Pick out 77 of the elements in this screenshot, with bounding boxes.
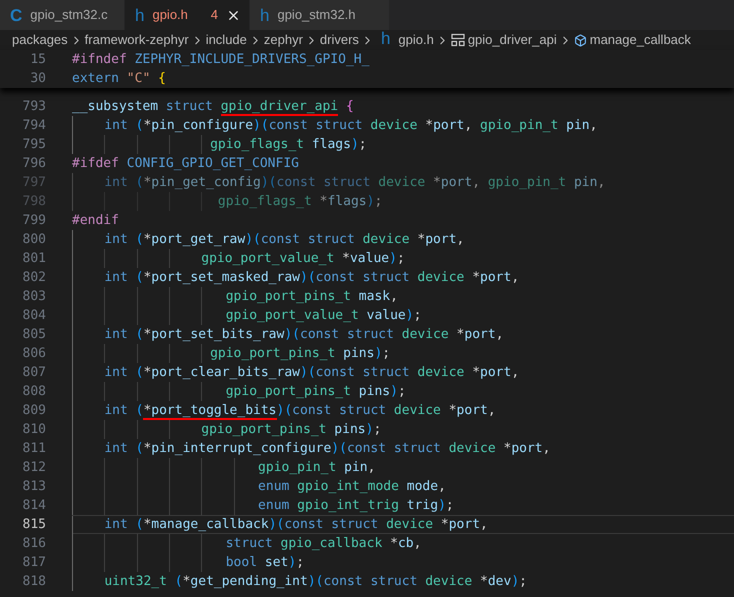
line-number: 794 <box>22 117 46 135</box>
line-number: 814 <box>22 497 46 515</box>
tab-label: gpio_stm32.h <box>277 6 356 24</box>
line-number: 806 <box>22 345 46 363</box>
breadcrumb-item[interactable]: drivers <box>320 30 359 50</box>
line-number: 812 <box>22 459 46 477</box>
file-type-icon: h <box>260 6 270 24</box>
code-line: extern "C" { <box>71 70 166 88</box>
code-line: int (*port_toggle_bits)(const struct device *port, <box>72 401 734 420</box>
code-line: gpio_port_pins_t pins); <box>72 344 734 363</box>
code-line: gpio_port_pins_t pins); <box>72 382 734 401</box>
code-line: int (*pin_interrupt_configure)(const struct device *port, <box>72 439 734 458</box>
code-line: int (*port_set_bits_raw)(const struct device *port, <box>72 325 734 344</box>
code-line: int (*port_get_raw)(const struct device *port, <box>72 230 734 249</box>
line-number: 809 <box>22 402 46 420</box>
line-number: 817 <box>22 554 46 572</box>
cube-icon <box>574 34 587 46</box>
code-line: int (*pin_configure)(const struct device *port, gpio_pin_t pin, <box>72 116 734 135</box>
line-number: 803 <box>22 288 46 306</box>
problem-count: 4 <box>210 6 218 24</box>
line-number: 15 <box>29 51 46 69</box>
file-type-icon: h <box>380 29 390 48</box>
breadcrumb-item[interactable]: manage_callback <box>574 30 691 50</box>
editor-tab[interactable]: h gpio.h 4 <box>125 0 250 30</box>
code-line: gpio_pin_t pin, <box>72 458 734 477</box>
code-line: #ifndef ZEPHYR_INCLUDE_DRIVERS_GPIO_H_ <box>71 51 370 69</box>
tab-label: gpio.h <box>152 6 188 24</box>
line-number: 802 <box>22 269 46 287</box>
line-number: 797 <box>22 174 46 192</box>
breadcrumb-item[interactable]: gpio_driver_api <box>450 30 557 50</box>
file-type-icon: h <box>135 6 144 24</box>
line-number: 818 <box>22 573 46 591</box>
editor-tab[interactable]: C gpio_stm32.c <box>0 0 125 30</box>
editor-tab[interactable]: h gpio_stm32.h <box>250 0 390 30</box>
code-line: int (*pin_get_config)(const struct device *port, gpio_pin_t pin, <box>72 173 734 192</box>
code-line: int (*port_clear_bits_raw)(const struct device *port, <box>72 363 734 382</box>
line-number: 805 <box>22 326 46 344</box>
line-number: 813 <box>22 478 46 496</box>
code-line: gpio_port_value_t value); <box>72 306 734 325</box>
breadcrumb-item[interactable]: include <box>206 30 247 50</box>
breadcrumb-item[interactable]: zephyr <box>264 30 303 50</box>
code-line: uint32_t (*get_pending_int)(const struct device *dev); <box>72 572 734 591</box>
line-number: 804 <box>22 307 46 325</box>
tab-label: gpio_stm32.c <box>30 6 108 24</box>
line-number: 801 <box>22 250 46 268</box>
line-number: 800 <box>22 231 46 249</box>
code-line: gpio_port_value_t *value); <box>72 249 734 268</box>
code-line: #ifdef CONFIG_GPIO_GET_CONFIG <box>72 155 300 173</box>
code-line: gpio_port_pins_t pins); <box>72 420 734 439</box>
code-line: gpio_port_pins_t mask, <box>72 287 734 306</box>
breadcrumb-item[interactable]: framework-zephyr <box>84 30 189 50</box>
code-line: int (*manage_callback)(const struct device *port, <box>72 515 734 534</box>
code-line: enum gpio_int_mode mode, <box>72 477 734 496</box>
line-number: 815 <box>22 516 46 534</box>
code-line: __subsystem struct gpio_driver_api { <box>72 98 355 116</box>
line-number: 808 <box>22 383 46 401</box>
line-number: 799 <box>22 212 46 230</box>
line-number: 796 <box>22 155 46 173</box>
code-line: #endif <box>72 212 120 230</box>
line-number: 810 <box>22 421 46 439</box>
code-line: enum gpio_int_trig trig); <box>72 496 734 515</box>
code-line: gpio_flags_t *flags); <box>72 192 734 211</box>
line-number: 798 <box>22 193 46 211</box>
breadcrumb-item[interactable]: h gpio.h <box>376 30 434 50</box>
line-number: 807 <box>22 364 46 382</box>
code-line: struct gpio_callback *cb, <box>72 534 734 553</box>
line-number: 793 <box>22 98 46 116</box>
struct-icon <box>450 33 465 47</box>
line-number: 816 <box>22 535 46 553</box>
breadcrumb-item[interactable]: packages <box>12 30 68 50</box>
line-number: 30 <box>29 70 46 88</box>
line-number: 811 <box>22 440 46 458</box>
line-number: 795 <box>22 136 46 154</box>
file-type-icon: C <box>10 6 22 24</box>
code-line: bool set); <box>72 553 734 572</box>
code-line: gpio_flags_t flags); <box>72 135 734 154</box>
code-line: int (*port_set_masked_raw)(const struct device *port, <box>72 268 734 287</box>
